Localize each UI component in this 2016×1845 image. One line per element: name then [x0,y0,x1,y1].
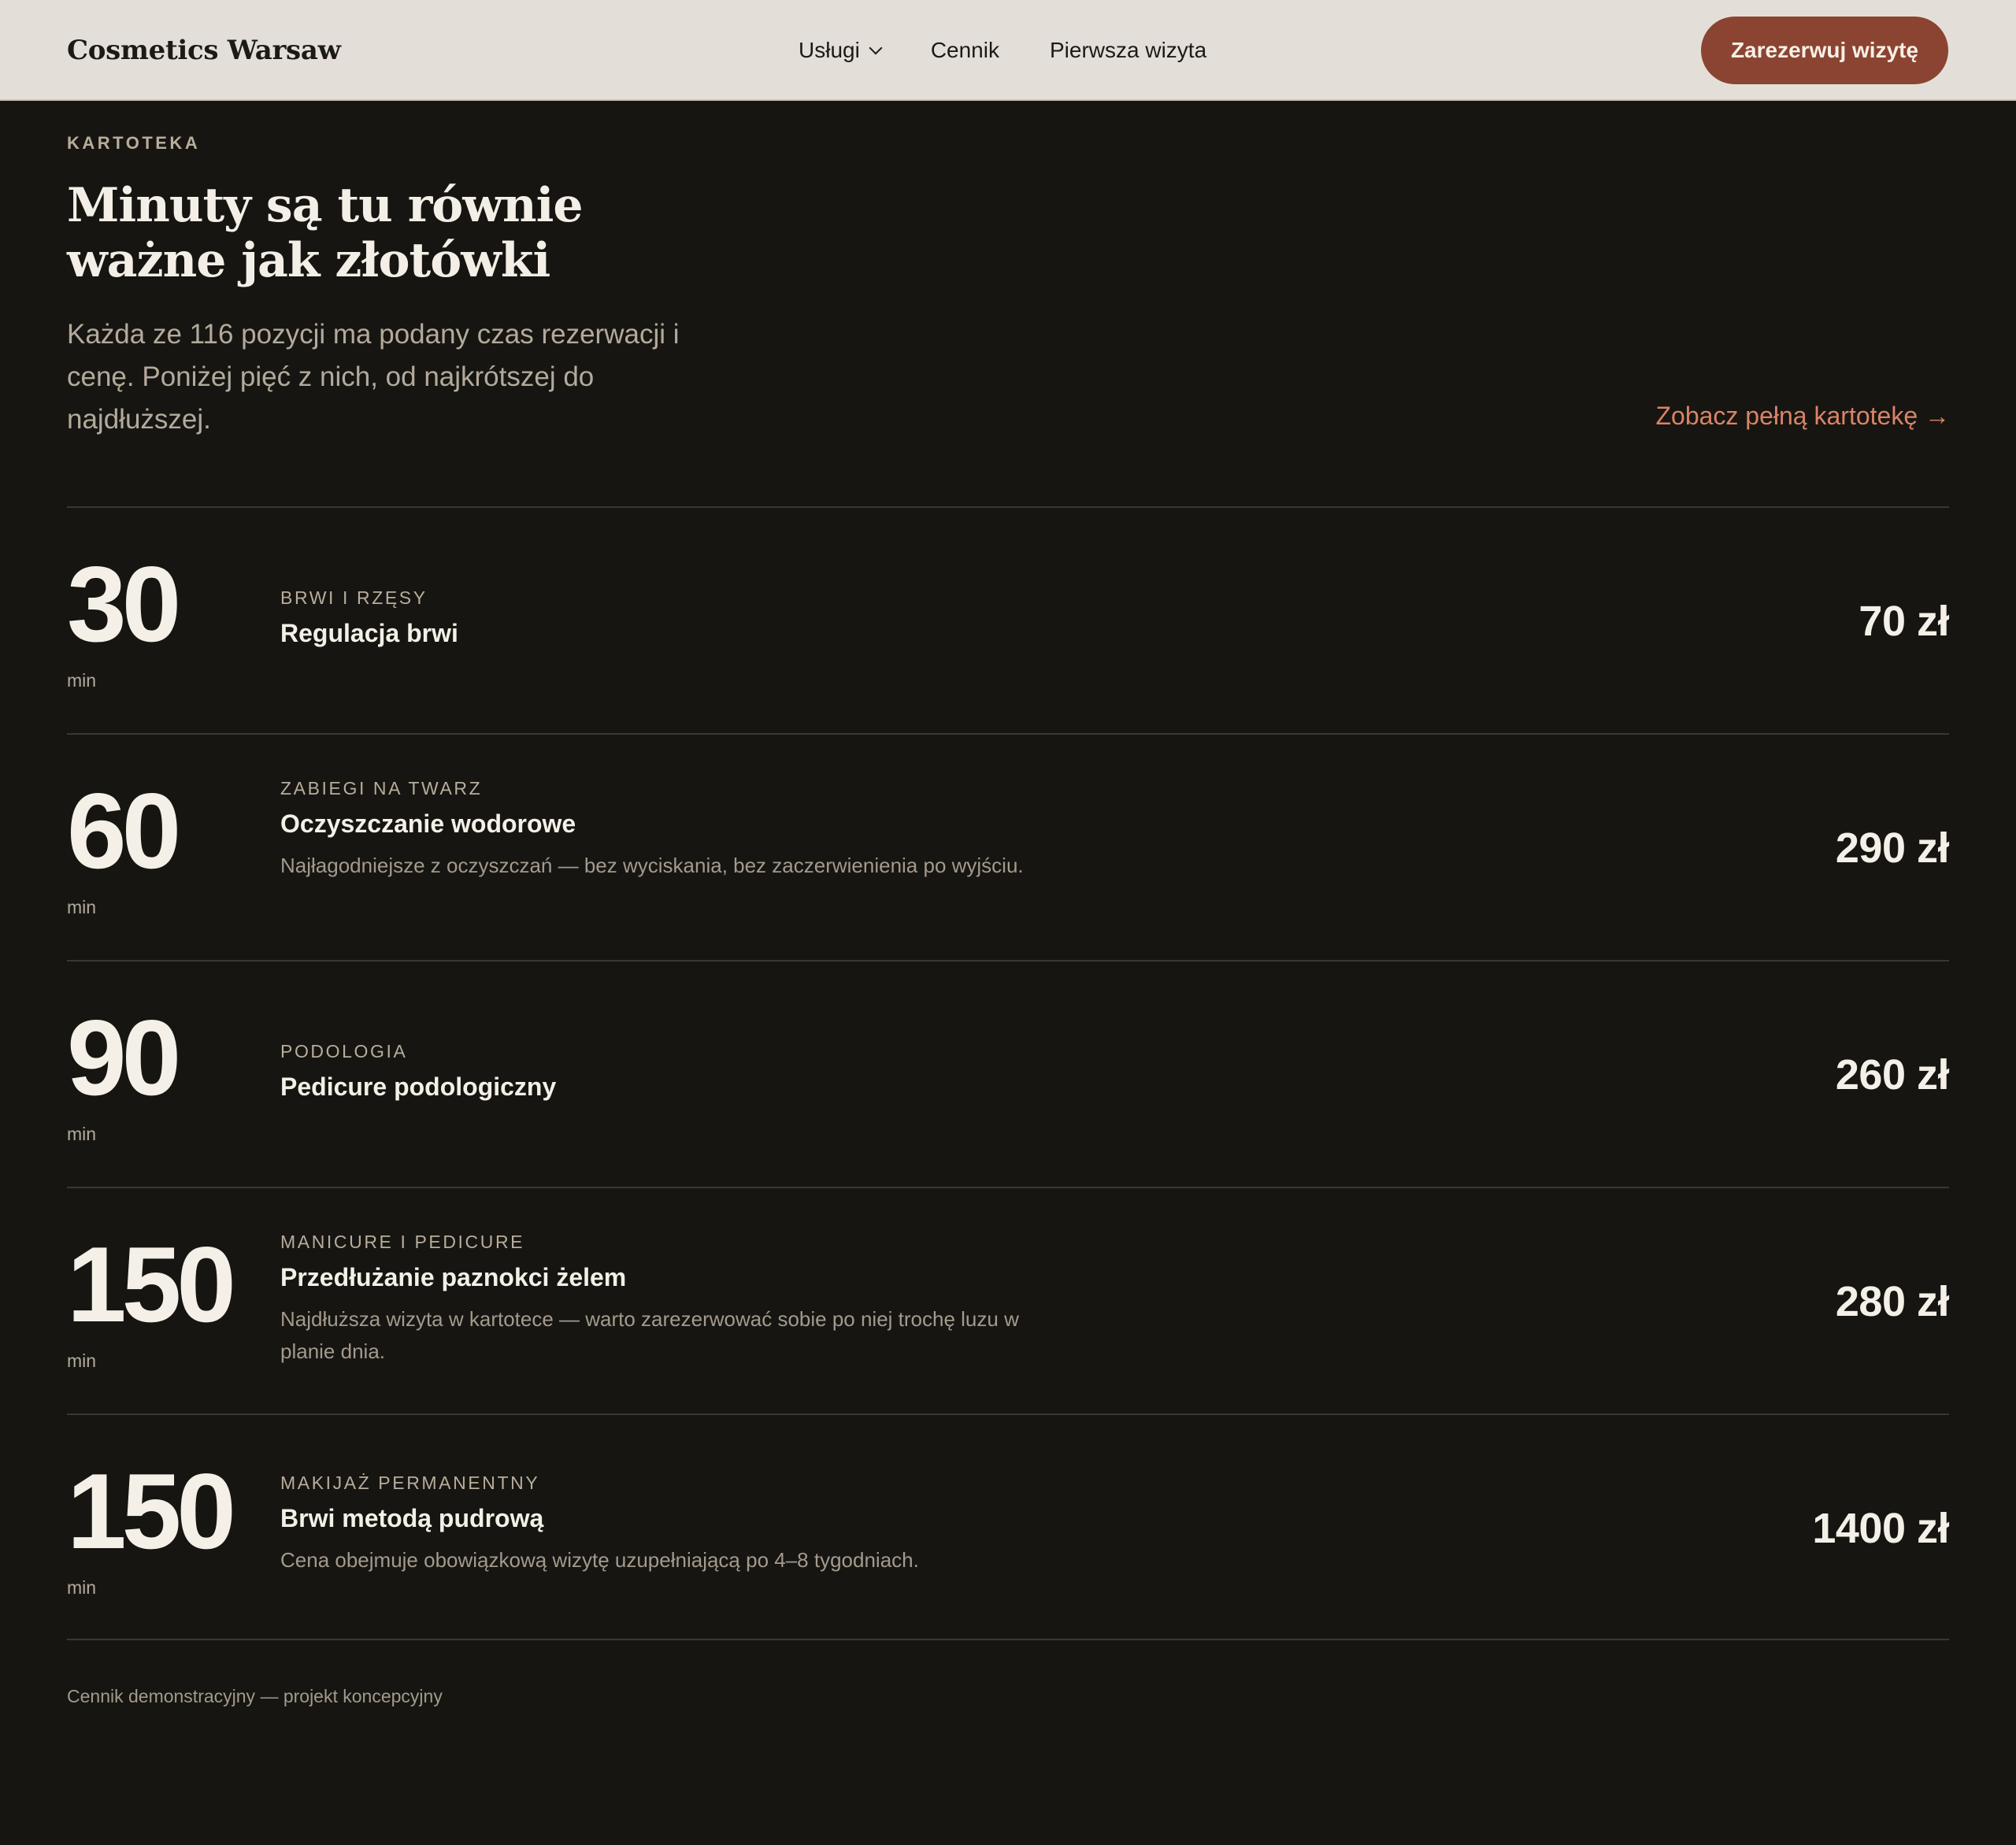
service-info: ZABIEGI NA TWARZ Oczyszczanie wodorowe N… [280,776,1068,882]
service-price: 70 zł [1858,598,1949,645]
service-info: MAKIJAŻ PERMANENTNY Brwi metodą pudrową … [280,1471,1068,1576]
duration-unit: min [67,1350,97,1371]
service-category: BRWI I RZĘSY [280,587,428,608]
service-price: 260 zł [1835,1051,1950,1098]
service-row: 30 min BRWI I RZĘSY Regulacja brwi 70 zł [67,506,1949,733]
service-note: Najdłuższa wizyta w kartotece — warto za… [280,1307,1019,1363]
brand-logo[interactable]: Cosmetics Warsaw [67,0,341,101]
service-name: Przedłużanie paznokci żelem [280,1263,627,1291]
service-price: 280 zł [1835,1278,1950,1325]
duration-unit: min [67,897,97,917]
service-info: MANICURE I PEDICURE Przedłużanie paznokc… [280,1230,1068,1368]
service-row: 90 min PODOLOGIA Pedicure podologiczny 2… [67,960,1950,1187]
service-row: 150 min MAKIJAŻ PERMANENTNY Brwi metodą … [67,1413,1949,1640]
nav-item-pierwsza-wizyta[interactable]: Pierwsza wizyta [1050,38,1206,63]
main-nav: Usługi Cennik Pierwsza wizyta [799,0,1206,101]
nav-item-label: Pierwsza wizyta [1049,38,1207,62]
page-title-line: ważne jak złotówki [67,233,550,288]
book-visit-button[interactable]: Zarezerwuj wizytę [1701,17,1948,84]
service-info: BRWI I RZĘSY Regulacja brwi [280,586,1068,650]
top-navigation-bar: Cosmetics Warsaw Usługi Cennik Pierwsza … [0,0,2016,101]
duration-value: 90 [67,998,181,1117]
section-eyebrow: KARTOTEKA [67,133,201,153]
nav-item-label: Cennik [930,38,999,62]
service-row: 150 min MANICURE I PEDICURE Przedłużanie… [67,1187,1950,1413]
service-category: MANICURE I PEDICURE [280,1232,525,1252]
page-title: Minuty są tu równie ważne jak złotówki [67,178,665,288]
service-price: 1400 zł [1812,1505,1949,1552]
duration-value: 30 [67,544,181,664]
service-price: 290 zł [1835,824,1950,872]
service-name: Brwi metodą pudrową [280,1504,544,1532]
footnote: Cennik demonstracyjny — projekt koncepcy… [67,1686,443,1706]
duration-value: 150 [67,1224,236,1344]
duration-unit: min [67,1577,97,1598]
lead-paragraph: Każda ze 116 pozycji ma podany czas reze… [67,319,680,435]
duration-unit: min [67,1124,97,1144]
page-title-line: Minuty są tu równie [67,178,584,233]
service-note: Najłagodniejsze z oczyszczań — bez wycis… [280,854,1024,877]
service-info: PODOLOGIA Pedicure podologiczny [280,1039,1068,1103]
nav-item-label: Usługi [799,38,860,62]
full-catalog-link[interactable]: Zobacz pełną kartotekę → [1655,402,1950,431]
service-category: MAKIJAŻ PERMANENTNY [280,1473,540,1493]
service-list: 30 min BRWI I RZĘSY Regulacja brwi 70 zł… [67,506,1950,1640]
duration-value: 60 [67,771,181,891]
service-category: ZABIEGI NA TWARZ [280,778,483,798]
service-row: 60 min ZABIEGI NA TWARZ Oczyszczanie wod… [67,733,1950,960]
service-note: Cena obejmuje obowiązkową wizytę uzupełn… [280,1548,919,1572]
service-category: PODOLOGIA [280,1041,408,1061]
chevron-down-icon [869,41,883,54]
service-name: Regulacja brwi [280,619,458,647]
service-name: Oczyszczanie wodorowe [280,810,576,838]
duration-unit: min [67,670,97,691]
service-name: Pedicure podologiczny [280,1073,557,1101]
nav-item-cennik[interactable]: Cennik [931,38,999,63]
duration-value: 150 [67,1451,236,1571]
nav-item-uslugi[interactable]: Usługi [799,38,883,63]
